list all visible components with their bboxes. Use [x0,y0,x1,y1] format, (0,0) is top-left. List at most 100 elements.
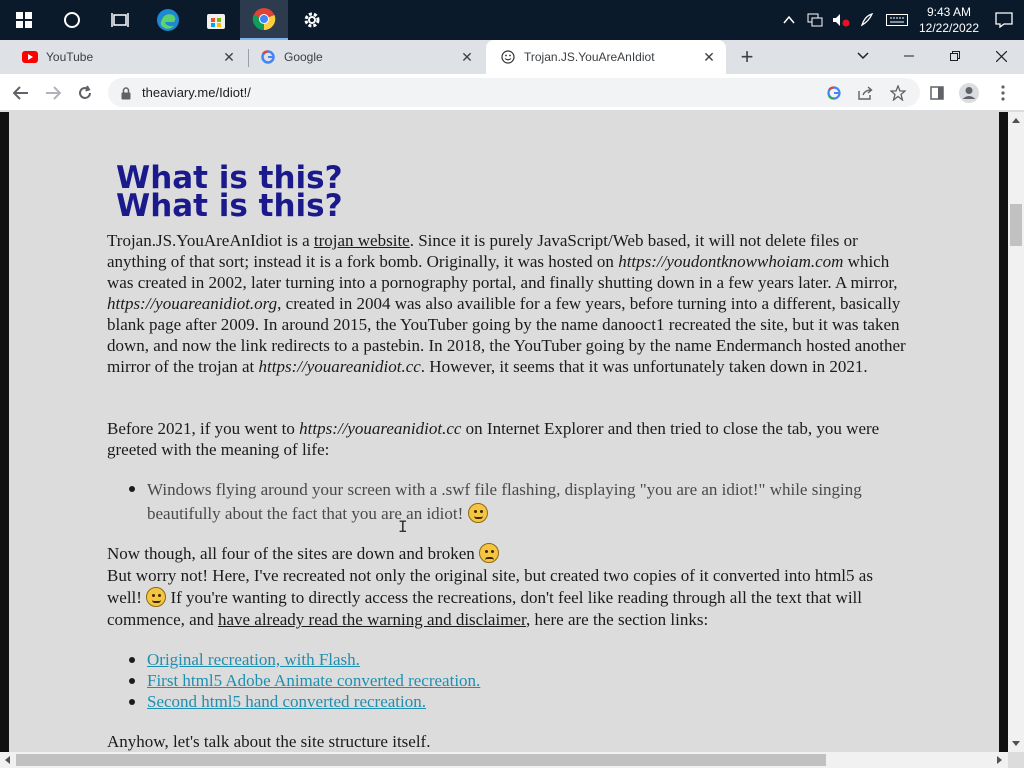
scroll-left-arrow-icon[interactable] [5,756,10,764]
now-text: Now though, all four of the sites are do… [107,544,475,563]
page-viewport: What is this? What is this? Trojan.JS.Yo… [0,112,1008,752]
reload-icon [79,85,91,99]
chevron-down-icon [857,52,869,60]
edge-taskbar-button[interactable] [144,0,192,40]
clock[interactable]: 9:43 AM 12/22/2022 [914,4,984,36]
volume-muted-icon[interactable] [828,0,854,40]
address-bar[interactable]: theaviary.me/Idiot!/ [108,78,920,107]
google-lens-icon[interactable] [822,81,846,105]
restore-button[interactable] [932,40,978,72]
worry-paragraph: But worry not! Here, I've recreated not … [107,565,907,631]
warning-disclaimer-link[interactable]: have already read the warning and discla… [218,610,526,629]
text-cursor-icon: I [398,517,408,536]
new-tab-button[interactable]: + [734,44,760,70]
bullet-dot [129,486,135,492]
list-item: First html5 Adobe Animate converted recr… [107,670,907,691]
scroll-right-arrow-icon[interactable] [997,756,1002,764]
back-button[interactable] [6,78,36,108]
url-youareanidiot-cc: https://youareanidiot.cc [258,357,421,376]
url-text: theaviary.me/Idiot!/ [142,85,251,100]
page-heading-shadow: What is this? [116,188,343,221]
tab-title: Google [284,50,323,64]
scroll-up-arrow-icon[interactable] [1012,118,1020,123]
chevron-up-icon[interactable] [776,0,802,40]
store-taskbar-button[interactable] [192,0,240,40]
horizontal-scrollbar[interactable] [0,752,1008,768]
forward-button[interactable] [38,78,68,108]
settings-taskbar-button[interactable] [288,0,336,40]
notifications-button[interactable] [984,0,1024,40]
smiley-icon [500,49,516,65]
clock-time: 9:43 AM [926,5,972,19]
horizontal-scroll-thumb[interactable] [16,754,826,766]
menu-button[interactable] [988,78,1018,108]
tab-strip: YouTube ✕ Google ✕ Trojan.JS.YouAreAnIdi… [0,40,1024,74]
intro-text-a: Trojan.JS.YouAreAnIdiot is a [107,231,314,250]
tab-google[interactable]: Google ✕ [246,40,484,74]
second-html5-recreation-link[interactable]: Second html5 hand converted recreation. [147,692,426,711]
side-panel-icon [930,86,944,100]
network-icon[interactable] [802,0,828,40]
tab-search-button[interactable] [840,40,886,72]
edge-icon [157,9,179,31]
close-tab-icon[interactable]: ✕ [220,48,238,66]
bullet-dot [129,678,135,684]
close-icon [995,50,1007,62]
minimize-icon [904,55,914,57]
original-recreation-link[interactable]: Original recreation, with Flash. [147,650,360,669]
pen-icon[interactable] [854,0,880,40]
taskbar: 9:43 AM 12/22/2022 [0,0,1024,40]
search-button[interactable] [48,0,96,40]
worry-text-c: , here are the section links: [525,610,709,629]
vertical-scrollbar[interactable] [1008,112,1024,752]
reload-button[interactable] [70,78,100,108]
list-item: Windows flying around your screen with a… [107,478,907,526]
first-html5-recreation-link[interactable]: First html5 Adobe Animate converted recr… [147,671,480,690]
profile-button[interactable] [954,78,984,108]
bullet-dot [129,699,135,705]
section-links-list: Original recreation, with Flash. First h… [107,649,907,712]
flushed-face-emoji-icon [467,503,488,523]
tab-youtube[interactable]: YouTube ✕ [8,40,246,74]
url-youareanidiot-org: https://youareanidiot.org [107,294,278,313]
lock-icon[interactable] [114,81,138,105]
google-icon [260,49,276,65]
gear-icon [304,12,320,28]
trojan-website-link[interactable]: trojan website [314,231,410,250]
windows-logo-icon [16,12,32,28]
heading-wrap: What is this? What is this? [116,164,416,220]
clock-date: 12/22/2022 [918,21,980,35]
tab-title: Trojan.JS.YouAreAnIdiot [524,50,655,64]
chrome-icon [252,8,276,31]
vertical-scroll-thumb[interactable] [1010,204,1022,246]
scrollbar-corner [1008,752,1024,768]
keyboard-icon[interactable] [880,0,914,40]
side-panel-button[interactable] [922,78,952,108]
start-button[interactable] [0,0,48,40]
list-item-text: Windows flying around your screen with a… [147,480,862,523]
url-youareanidiot-cc-2: https://youareanidiot.cc [299,419,462,438]
notification-icon [995,12,1013,28]
close-tab-icon[interactable]: ✕ [458,48,476,66]
chrome-taskbar-button[interactable] [240,0,288,40]
close-tab-icon[interactable]: ✕ [700,48,718,66]
disappointed-face-emoji-icon [479,543,500,563]
bookmark-star-icon[interactable] [886,81,910,105]
minimize-button[interactable] [886,40,932,72]
scroll-down-arrow-icon[interactable] [1012,741,1020,746]
page-right-border [999,112,1008,752]
before-paragraph: Before 2021, if you went to https://youa… [107,418,907,460]
grinning-face-emoji-icon [146,587,167,607]
restore-icon [950,51,960,61]
forward-arrow-icon [46,86,61,100]
url-youdontknowwhoiam: https://youdontknowwhoiam.com [618,252,844,271]
store-icon [207,14,225,29]
system-tray: 9:43 AM 12/22/2022 [776,0,1024,40]
before-text-a: Before 2021, if you went to [107,419,300,438]
close-window-button[interactable] [978,40,1024,72]
task-view-button[interactable] [96,0,144,40]
bullet-dot [129,657,135,663]
list-item: Second html5 hand converted recreation. [107,691,907,712]
share-icon[interactable] [854,81,878,105]
tab-youareanidiot[interactable]: Trojan.JS.YouAreAnIdiot ✕ [486,40,726,74]
